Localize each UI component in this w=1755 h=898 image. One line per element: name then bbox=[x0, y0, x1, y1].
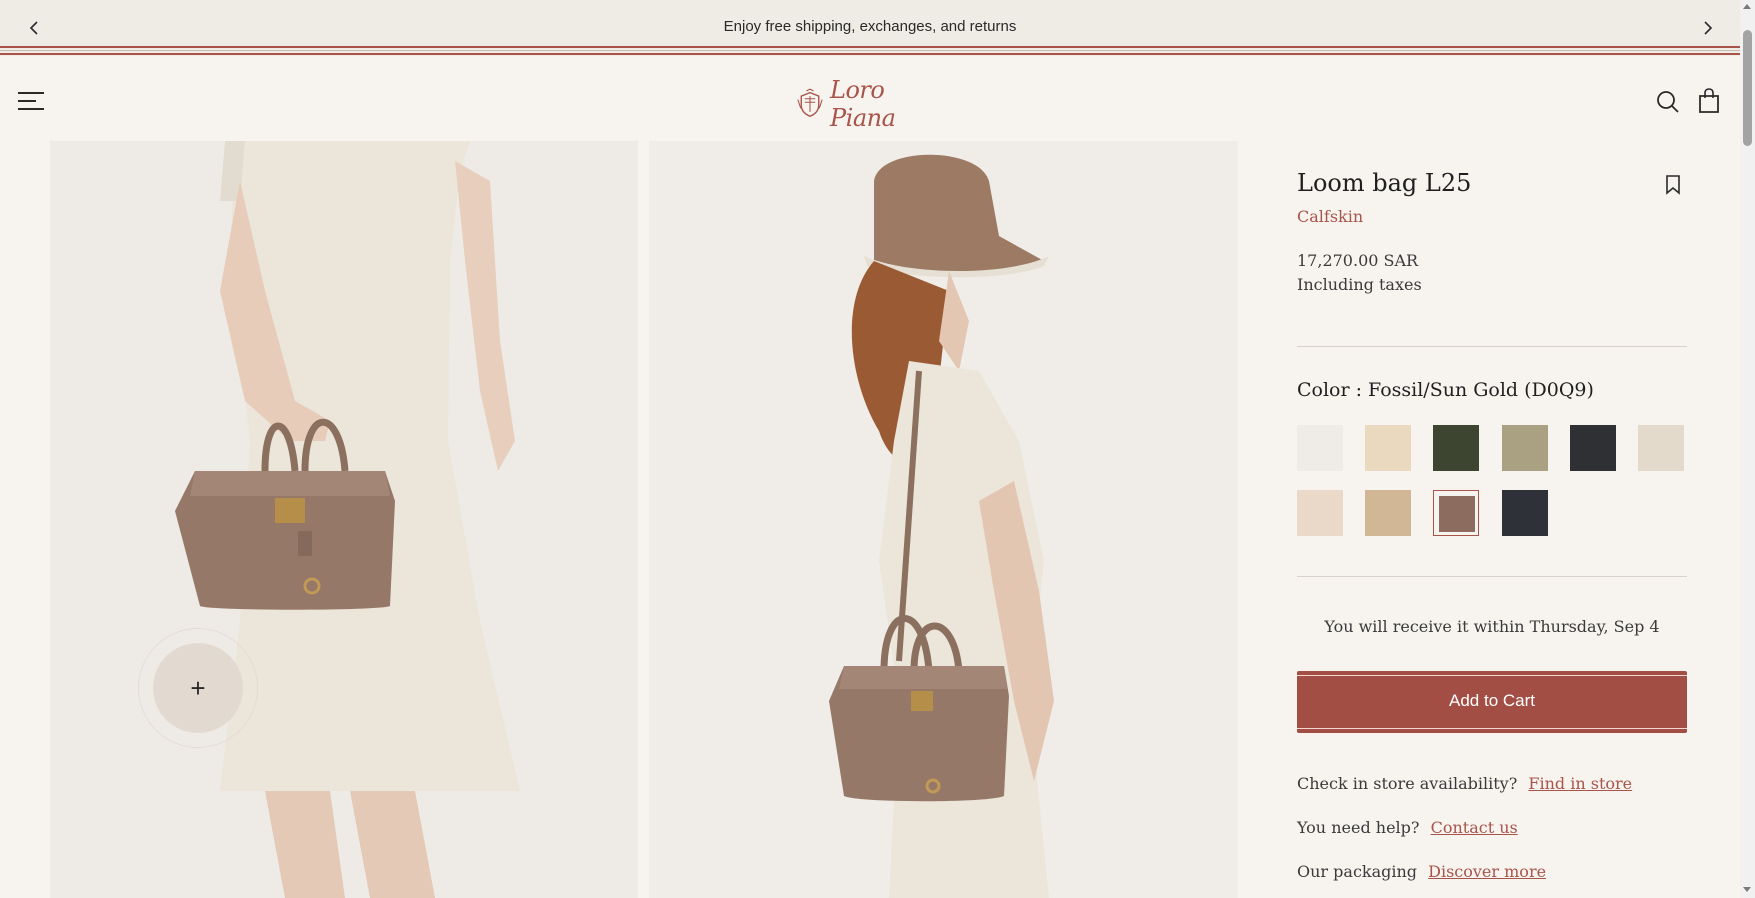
product-material[interactable]: Calfskin bbox=[1297, 207, 1363, 226]
color-swatch[interactable] bbox=[1502, 490, 1548, 536]
add-to-cart-label: Add to Cart bbox=[1449, 691, 1535, 710]
zoom-plus-icon: + bbox=[153, 643, 243, 733]
color-swatch-fill bbox=[1502, 490, 1548, 536]
color-swatch[interactable] bbox=[1638, 425, 1684, 471]
color-swatch-fill bbox=[1365, 425, 1411, 471]
page-scrollbar[interactable] bbox=[1740, 0, 1755, 898]
product-price: 17,270.00 SAR bbox=[1297, 251, 1419, 270]
scroll-up-arrow-icon[interactable] bbox=[1743, 4, 1751, 9]
store-availability-text: Check in store availability? bbox=[1297, 774, 1518, 793]
announcement-divider bbox=[0, 46, 1740, 56]
color-swatch[interactable] bbox=[1297, 490, 1343, 536]
color-swatch[interactable] bbox=[1433, 425, 1479, 471]
packaging-text: Our packaging bbox=[1297, 862, 1418, 881]
color-swatch[interactable] bbox=[1365, 425, 1411, 471]
zoom-button[interactable]: + bbox=[138, 628, 258, 748]
color-swatch[interactable] bbox=[1297, 425, 1343, 471]
add-to-cart-button[interactable]: Add to Cart bbox=[1297, 671, 1687, 733]
contact-us-link[interactable]: Contact us bbox=[1431, 818, 1518, 837]
color-swatch-fill bbox=[1297, 490, 1343, 536]
color-swatch-fill bbox=[1297, 425, 1343, 471]
divider bbox=[1297, 576, 1687, 577]
color-swatch-fill bbox=[1638, 425, 1684, 471]
help-row: You need help? Contact us bbox=[1297, 818, 1518, 837]
scrollbar-thumb[interactable] bbox=[1743, 30, 1752, 146]
discover-more-link[interactable]: Discover more bbox=[1428, 862, 1546, 881]
color-swatch[interactable] bbox=[1502, 425, 1548, 471]
announcement-message: Enjoy free shipping, exchanges, and retu… bbox=[723, 18, 1017, 35]
delivery-estimate: You will receive it within Thursday, Sep… bbox=[1324, 617, 1660, 636]
product-photo-front[interactable]: + bbox=[50, 141, 638, 898]
tax-note: Including taxes bbox=[1297, 275, 1422, 294]
logo-wordmark: Loro Piana bbox=[830, 76, 896, 132]
model-with-shoulder-bag-image bbox=[649, 141, 1238, 898]
brand-crest-icon bbox=[797, 88, 823, 118]
color-swatch-fill bbox=[1570, 425, 1616, 471]
shopping-bag-icon[interactable] bbox=[1697, 88, 1721, 114]
color-swatch-fill bbox=[1433, 425, 1479, 471]
color-swatch-fill bbox=[1502, 425, 1548, 471]
divider bbox=[1297, 346, 1687, 347]
menu-icon[interactable] bbox=[18, 90, 44, 114]
site-header: Loro Piana bbox=[0, 66, 1740, 136]
color-swatch[interactable] bbox=[1433, 490, 1479, 536]
brand-logo[interactable]: Loro Piana bbox=[796, 76, 941, 132]
color-swatch[interactable] bbox=[1570, 425, 1616, 471]
product-photo-side[interactable] bbox=[649, 141, 1238, 898]
store-availability-row: Check in store availability? Find in sto… bbox=[1297, 774, 1632, 793]
color-swatch-fill bbox=[1439, 496, 1475, 532]
wishlist-bookmark-icon[interactable] bbox=[1665, 175, 1681, 195]
color-swatch[interactable] bbox=[1365, 490, 1411, 536]
product-title: Loom bag L25 bbox=[1297, 169, 1472, 197]
help-text: You need help? bbox=[1297, 818, 1420, 837]
color-label: Color : Fossil/Sun Gold (D0Q9) bbox=[1297, 379, 1594, 401]
find-in-store-link[interactable]: Find in store bbox=[1528, 774, 1632, 793]
scroll-down-arrow-icon[interactable] bbox=[1743, 887, 1751, 892]
model-holding-bag-image bbox=[50, 141, 638, 898]
packaging-row: Our packaging Discover more bbox=[1297, 862, 1546, 881]
search-icon[interactable] bbox=[1656, 90, 1680, 114]
color-swatch-fill bbox=[1365, 490, 1411, 536]
next-message-arrow-icon[interactable] bbox=[1698, 18, 1718, 38]
announcement-bar: Enjoy free shipping, exchanges, and retu… bbox=[0, 0, 1740, 56]
